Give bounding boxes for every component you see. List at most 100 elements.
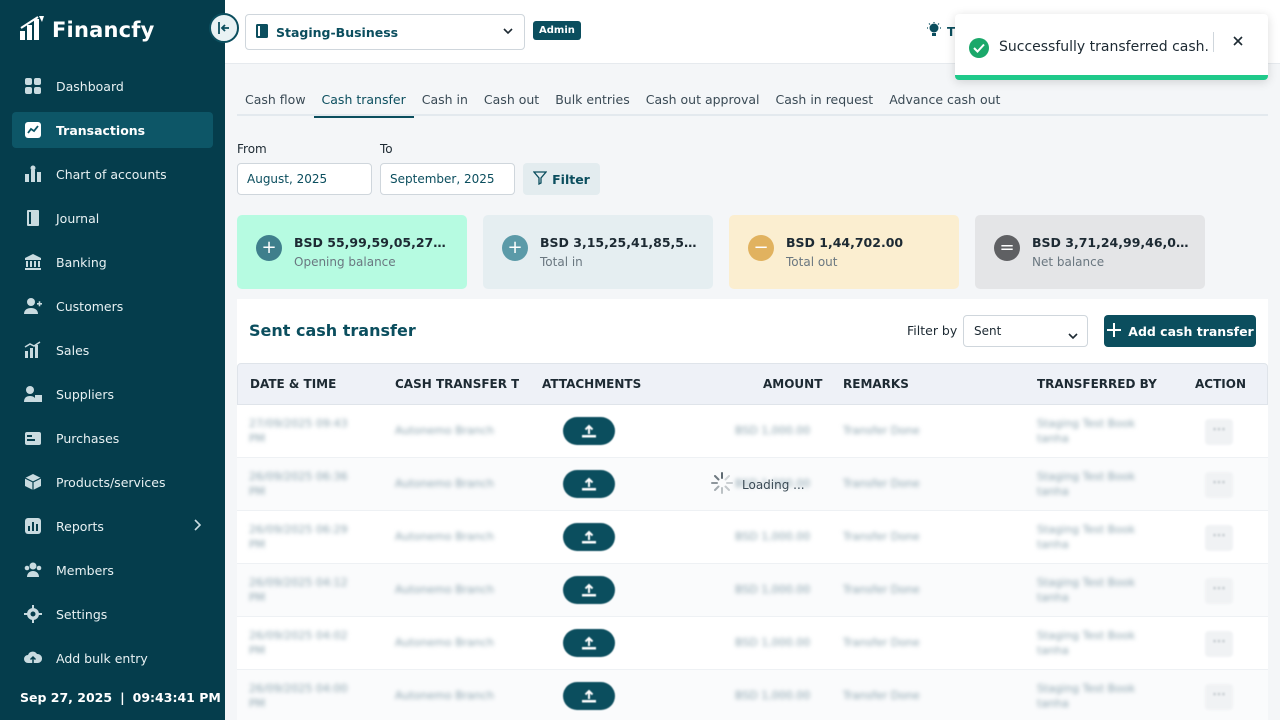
card-amount: BSD 3,71,24,99,46,080.1... xyxy=(1032,235,1192,250)
tab-cash-in-request[interactable]: Cash in request xyxy=(768,84,882,116)
success-toast: Successfully transferred cash. xyxy=(955,14,1268,80)
table-header: DATE & TIME CASH TRANSFER TO ATTACHMENTS… xyxy=(237,363,1268,405)
row-transferred-by: Staging Test Book tanha xyxy=(1037,628,1162,658)
sidebar-item-label: Customers xyxy=(56,298,124,314)
attachment-button[interactable] xyxy=(563,682,615,710)
row-transferred-by: Staging Test Book tanha xyxy=(1037,681,1162,711)
tips-button[interactable]: T xyxy=(927,22,955,41)
app-name: Financfy xyxy=(52,18,155,42)
row-action-button[interactable]: ··· xyxy=(1205,525,1233,551)
row-date: 26/09/2025 06:29 PM xyxy=(249,522,374,552)
row-remarks: Transfer Done xyxy=(843,583,920,596)
reports-icon xyxy=(24,517,42,535)
row-action-button[interactable]: ··· xyxy=(1205,472,1233,498)
purchases-icon xyxy=(24,429,42,447)
row-action-button[interactable]: ··· xyxy=(1205,631,1233,657)
tab-bulk-entries[interactable]: Bulk entries xyxy=(547,84,638,116)
row-action-button[interactable]: ··· xyxy=(1205,684,1233,710)
row-amount: BSD 1,000.00 xyxy=(735,424,811,437)
date-line: 26/09/2025 04:12 xyxy=(249,576,348,589)
collapse-left-icon xyxy=(218,22,229,34)
by-user: tanha xyxy=(1037,644,1069,657)
collapse-sidebar-button[interactable] xyxy=(209,13,239,43)
row-action-button[interactable]: ··· xyxy=(1205,419,1233,445)
attachment-button[interactable] xyxy=(563,470,615,498)
card-label: Net balance xyxy=(1032,255,1105,269)
row-date: 26/09/2025 04:12 PM xyxy=(249,575,374,605)
attachment-button[interactable] xyxy=(563,417,615,445)
by-user: tanha xyxy=(1037,485,1069,498)
sidebar-item-sales[interactable]: Sales xyxy=(12,332,213,368)
business-selector[interactable]: Staging-Business xyxy=(245,14,525,50)
chevron-down-icon xyxy=(502,25,514,40)
customers-icon xyxy=(24,297,42,315)
column-header: DATE & TIME xyxy=(250,377,337,391)
filter-by-label: Filter by xyxy=(907,323,958,338)
plus-circle-icon: + xyxy=(256,235,282,261)
sidebar-item-purchases[interactable]: Purchases xyxy=(12,420,213,456)
tab-cash-transfer[interactable]: Cash transfer xyxy=(313,84,414,118)
total-out-card: − BSD 1,44,702.00 Total out xyxy=(729,215,959,289)
filter-button[interactable]: Filter xyxy=(523,163,600,195)
by-line: Staging Test Book xyxy=(1037,417,1136,430)
sidebar-item-banking[interactable]: Banking xyxy=(12,244,213,280)
sidebar-item-settings[interactable]: Settings xyxy=(12,596,213,632)
panel-title: Sent cash transfer xyxy=(249,321,416,340)
app-logo[interactable]: Financfy xyxy=(18,14,155,46)
time-period: PM xyxy=(249,432,266,445)
sidebar-item-reports[interactable]: Reports xyxy=(12,508,213,544)
row-remarks: Transfer Done xyxy=(843,477,920,490)
from-date-input[interactable]: August, 2025 xyxy=(237,163,372,195)
sidebar-item-chart-of-accounts[interactable]: Chart of accounts xyxy=(12,156,213,192)
sidebar-item-products-services[interactable]: Products/services xyxy=(12,464,213,500)
upload-icon xyxy=(582,636,596,650)
sidebar-item-members[interactable]: Members xyxy=(12,552,213,588)
to-date-input[interactable]: September, 2025 xyxy=(380,163,515,195)
row-date: 26/09/2025 04:02 PM xyxy=(249,628,374,658)
row-remarks: Transfer Done xyxy=(843,689,920,702)
sidebar-item-journal[interactable]: Journal xyxy=(12,200,213,236)
card-amount: BSD 3,15,25,41,85,511.67... xyxy=(540,235,700,250)
footer-date: Sep 27, 2025 xyxy=(20,690,113,705)
sidebar-item-customers[interactable]: Customers xyxy=(12,288,213,324)
attachment-button[interactable] xyxy=(563,523,615,551)
by-line: Staging Test Book xyxy=(1037,576,1136,589)
tab-advance-cash-out[interactable]: Advance cash out xyxy=(881,84,1008,116)
bank-icon xyxy=(24,253,42,271)
opening-balance-card: + BSD 55,99,59,05,270.51... Opening bala… xyxy=(237,215,467,289)
chevron-down-icon xyxy=(1067,323,1079,353)
dashboard-icon xyxy=(24,77,42,95)
toast-divider xyxy=(1213,32,1214,52)
add-cash-transfer-button[interactable]: Add cash transfer xyxy=(1104,315,1256,347)
column-header: AMOUNT xyxy=(763,377,823,391)
filter-by-select[interactable]: Sent xyxy=(963,315,1088,347)
sidebar-item-label: Chart of accounts xyxy=(56,166,167,182)
tab-cash-in[interactable]: Cash in xyxy=(414,84,476,116)
sidebar-item-label: Members xyxy=(56,562,114,578)
upload-icon xyxy=(582,530,596,544)
upload-icon xyxy=(582,583,596,597)
attachment-button[interactable] xyxy=(563,576,615,604)
sidebar-item-dashboard[interactable]: Dashboard xyxy=(12,68,213,104)
check-circle-icon xyxy=(969,38,989,58)
time-period: PM xyxy=(249,697,266,710)
upload-cloud-icon xyxy=(24,649,42,667)
sidebar-item-label: Reports xyxy=(56,518,104,534)
tab-cash-out[interactable]: Cash out xyxy=(476,84,547,116)
close-icon[interactable] xyxy=(1233,34,1243,50)
sidebar-item-transactions[interactable]: Transactions xyxy=(12,112,213,148)
attachment-button[interactable] xyxy=(563,629,615,657)
by-line: Staging Test Book xyxy=(1037,629,1136,642)
row-transferred-by: Staging Test Book tanha xyxy=(1037,416,1162,446)
sidebar-item-label: Products/services xyxy=(56,474,166,490)
row-transfer-to: Autonemo Branch xyxy=(395,530,495,543)
by-user: tanha xyxy=(1037,697,1069,710)
sidebar-item-suppliers[interactable]: Suppliers xyxy=(12,376,213,412)
column-header: REMARKS xyxy=(843,377,909,391)
filter-button-label: Filter xyxy=(552,171,590,187)
tab-cash-out-approval[interactable]: Cash out approval xyxy=(638,84,768,116)
table-row: 26/09/2025 04:02 PM Autonemo Branch BSD 1… xyxy=(237,617,1268,670)
sidebar-item-add-bulk-entry[interactable]: Add bulk entry xyxy=(12,640,213,676)
tab-cash-flow[interactable]: Cash flow xyxy=(237,84,314,116)
row-action-button[interactable]: ··· xyxy=(1205,578,1233,604)
